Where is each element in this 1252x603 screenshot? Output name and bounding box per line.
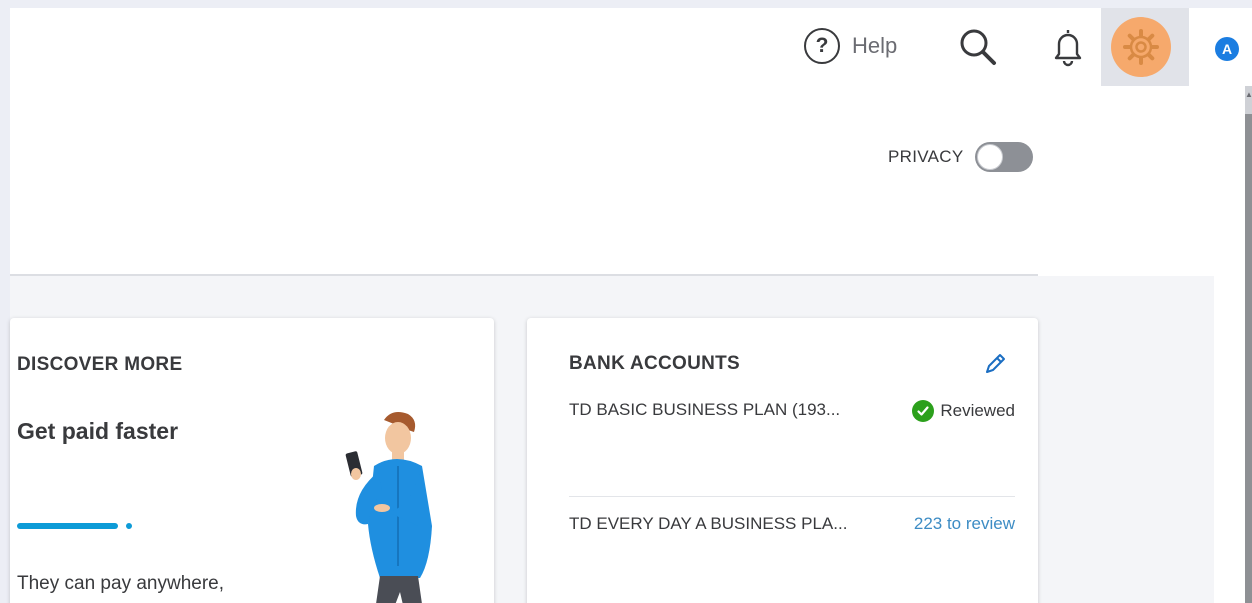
help-label: Help [852, 33, 898, 58]
help-icon-glyph: ? [815, 34, 829, 57]
pencil-icon [986, 354, 1005, 373]
top-header-bar: ? Help A [10, 8, 1252, 86]
gear-icon [1123, 29, 1159, 65]
progress-fill [17, 523, 118, 529]
bank-accounts-card: BANK ACCOUNTS TD BASIC BUSINESS PLAN (19… [527, 318, 1038, 603]
bank-row-divider [569, 496, 1015, 497]
discover-body: They can pay anywhere, [17, 573, 225, 594]
reviewed-label: Reviewed [940, 401, 1015, 420]
bank-account-row[interactable]: TD EVERY DAY A BUSINESS PLA... 223 to re… [569, 510, 1015, 542]
search-button[interactable] [955, 24, 1001, 70]
to-review-link[interactable]: 223 to review [914, 514, 1015, 534]
bell-icon [1054, 30, 1082, 67]
discover-more-card: DISCOVER MORE Get paid faster They can p… [10, 318, 494, 603]
settings-highlight [1111, 17, 1171, 77]
help-button[interactable]: ? Help [804, 24, 897, 68]
dashboard-content: PRIVACY DISCOVER MORE Get paid faster Th… [10, 86, 1214, 603]
toggle-knob [977, 144, 1004, 170]
privacy-toggle[interactable] [975, 142, 1034, 172]
reviewed-status: Reviewed [912, 400, 1015, 422]
search-icon [960, 29, 996, 65]
person-with-phone-illustration [345, 412, 432, 603]
privacy-label: PRIVACY [888, 147, 964, 166]
avatar-initial: A [1221, 41, 1233, 57]
notifications-button[interactable] [1045, 24, 1091, 70]
scroll-thumb[interactable] [1245, 114, 1252, 603]
discover-heading: Get paid faster [17, 418, 179, 444]
help-icon: ? [804, 28, 840, 64]
page-scrollbar[interactable]: ▲ [1214, 86, 1252, 603]
bank-account-row[interactable]: TD BASIC BUSINESS PLAN (193... Reviewed [569, 396, 1015, 428]
settings-button[interactable] [1101, 8, 1189, 86]
bank-account-name: TD BASIC BUSINESS PLAN (193... [569, 400, 841, 419]
carousel-progress [17, 523, 137, 529]
bank-accounts-title: BANK ACCOUNTS [569, 353, 741, 374]
progress-dot [126, 523, 132, 529]
check-circle-icon [912, 400, 935, 422]
scroll-up-arrow-icon[interactable]: ▲ [1245, 90, 1252, 100]
user-avatar[interactable]: A [1215, 37, 1239, 61]
edit-bank-accounts-button[interactable] [983, 352, 1007, 376]
privacy-toggle-group[interactable]: PRIVACY [888, 142, 1034, 172]
bank-account-name: TD EVERY DAY A BUSINESS PLA... [569, 514, 848, 533]
discover-title: DISCOVER MORE [17, 354, 183, 375]
